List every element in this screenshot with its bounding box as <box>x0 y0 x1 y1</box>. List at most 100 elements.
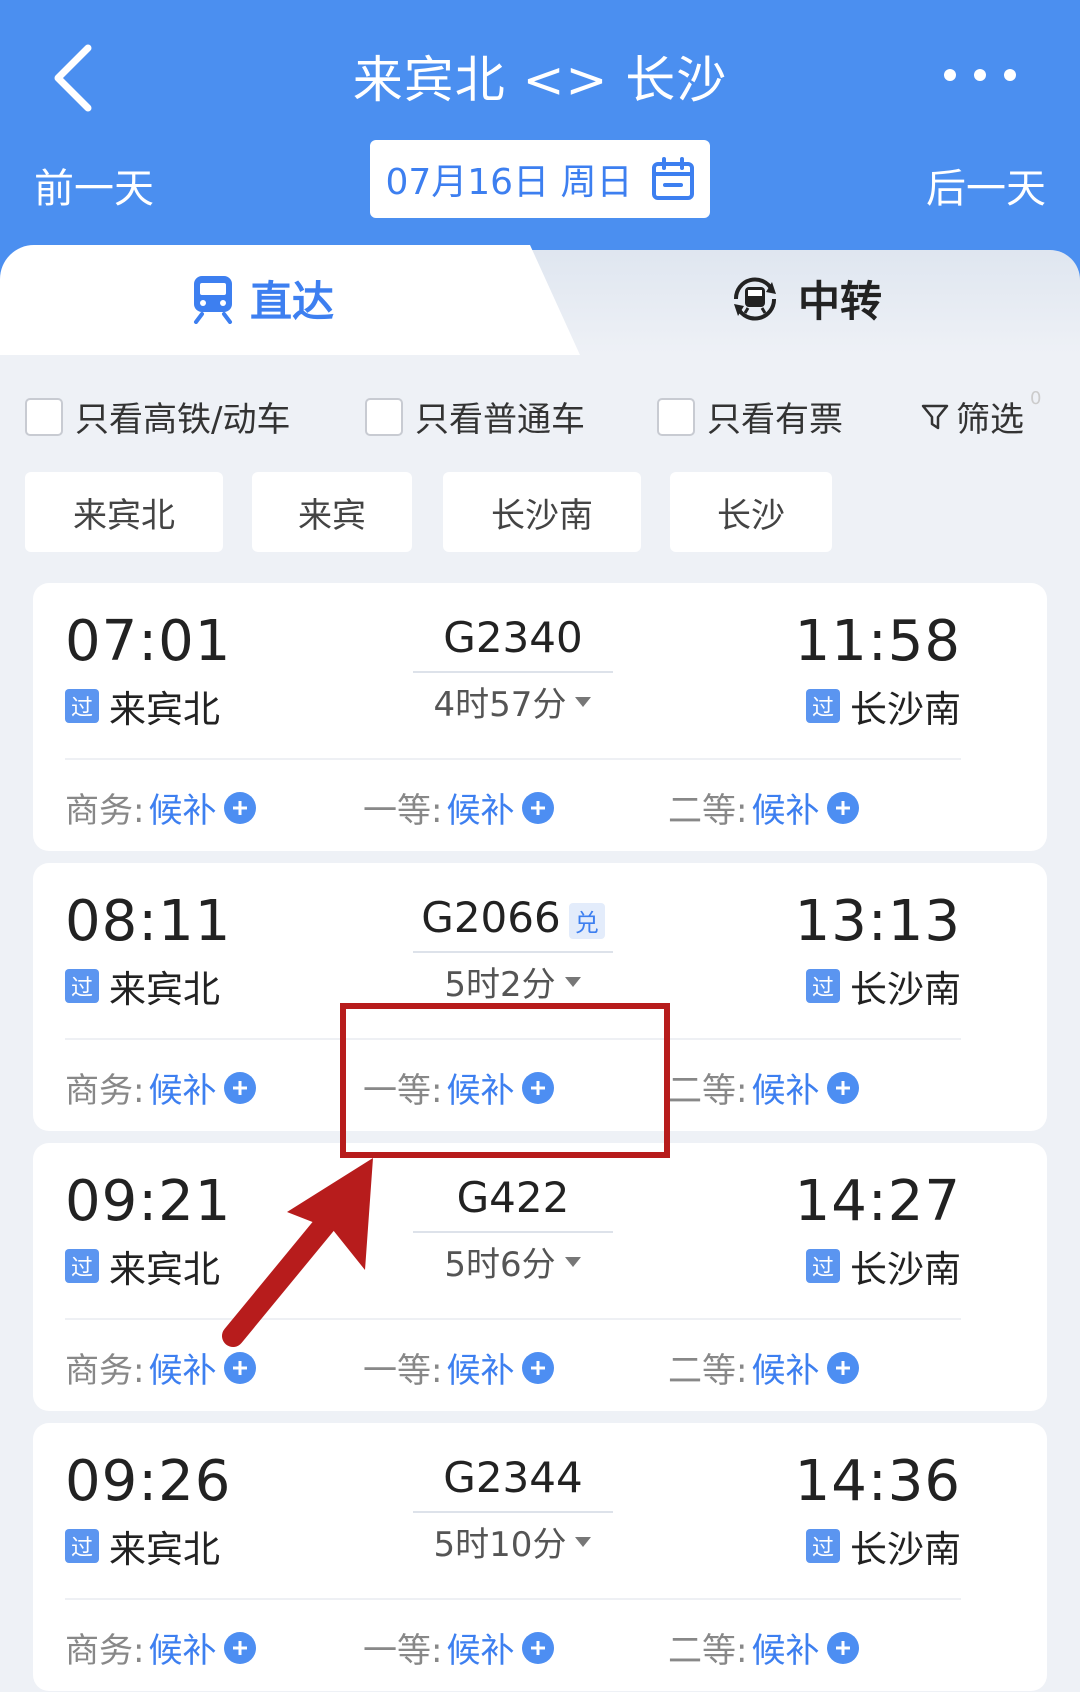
plus-circle-icon[interactable] <box>522 1631 555 1664</box>
plus-circle-icon[interactable] <box>827 791 860 824</box>
seat-second-label: 二等: <box>668 1351 748 1391</box>
station-chip[interactable]: 长沙南 <box>443 472 641 552</box>
pass-badge: 过 <box>65 689 99 723</box>
plus-circle-icon[interactable] <box>224 791 257 824</box>
waitlist-status: 候补 <box>751 1351 820 1391</box>
divider <box>65 1318 961 1320</box>
seat-business[interactable]: 商务: 候补 <box>65 1623 257 1672</box>
seat-business[interactable]: 商务: 候补 <box>65 1063 257 1112</box>
seat-second[interactable]: 二等: 候补 <box>668 1343 860 1392</box>
arrival-station-name: 长沙南 <box>850 968 961 1011</box>
seat-first-label: 一等: <box>363 1631 443 1671</box>
duration[interactable]: 4时57分 <box>413 677 613 726</box>
duration-text: 5时2分 <box>444 965 556 1005</box>
plus-circle-icon[interactable] <box>224 1631 257 1664</box>
train-card[interactable]: 09:21 过 来宾北 G422 5时6分 14:27 过 长沙南 商务: 候补 … <box>33 1143 1047 1411</box>
checkbox[interactable] <box>657 397 695 436</box>
plus-circle-icon[interactable] <box>522 1351 555 1384</box>
waitlist-status: 候补 <box>751 1631 820 1671</box>
departure-time: 08:11 <box>65 889 232 954</box>
next-day-button[interactable]: 后一天 <box>926 156 1046 214</box>
train-number-text: G2066 <box>421 893 561 942</box>
arrival-station-name: 长沙南 <box>850 1248 961 1291</box>
date-picker[interactable]: 07月16日 周日 <box>370 140 710 218</box>
plus-circle-icon[interactable] <box>224 1071 257 1104</box>
back-arrow-icon[interactable] <box>40 38 110 118</box>
seat-second[interactable]: 二等: 候补 <box>668 783 860 832</box>
duration-text: 5时10分 <box>433 1525 567 1565</box>
pass-badge: 过 <box>806 1529 840 1563</box>
waitlist-status: 候补 <box>148 1071 217 1111</box>
seat-first[interactable]: 一等: 候补 <box>363 783 555 832</box>
waitlist-status: 候补 <box>446 1631 515 1671</box>
plus-circle-icon[interactable] <box>827 1631 860 1664</box>
station-chip[interactable]: 来宾 <box>252 472 412 552</box>
departure-station: 过 来宾北 <box>65 959 220 1013</box>
plus-circle-icon[interactable] <box>827 1071 860 1104</box>
duration[interactable]: 5时2分 <box>413 957 613 1006</box>
duration[interactable]: 5时6分 <box>413 1237 613 1286</box>
seat-second-label: 二等: <box>668 791 748 831</box>
arrival-time: 11:58 <box>794 609 961 674</box>
pass-badge: 过 <box>65 1529 99 1563</box>
plus-circle-icon[interactable] <box>522 791 555 824</box>
checkbox[interactable] <box>365 397 403 436</box>
waitlist-status: 候补 <box>446 1351 515 1391</box>
tab-direct-label: 直达 <box>250 277 335 326</box>
waitlist-status: 候补 <box>148 1631 217 1671</box>
arrival-time: 14:36 <box>794 1449 961 1514</box>
train-number: G2340 <box>443 613 583 662</box>
station-chip[interactable]: 来宾北 <box>25 472 223 552</box>
station-chip[interactable]: 长沙 <box>670 472 832 552</box>
date-text: 07月16日 周日 <box>385 162 633 203</box>
divider <box>65 758 961 760</box>
seat-business-label: 商务: <box>65 1071 145 1111</box>
duration[interactable]: 5时10分 <box>413 1517 613 1566</box>
plus-circle-icon[interactable] <box>224 1351 257 1384</box>
seat-first[interactable]: 一等: 候补 <box>363 1343 555 1392</box>
tab-direct[interactable]: 直达 <box>190 268 334 329</box>
plus-circle-icon[interactable] <box>827 1351 860 1384</box>
seat-business-label: 商务: <box>65 1631 145 1671</box>
more-options-icon[interactable] <box>935 60 1025 90</box>
pass-badge: 过 <box>65 969 99 1003</box>
departure-station-name: 来宾北 <box>109 968 220 1011</box>
pass-badge: 过 <box>806 1249 840 1283</box>
departure-time: 09:21 <box>65 1169 232 1234</box>
departure-station-name: 来宾北 <box>109 1528 220 1571</box>
filter-row: 只看高铁/动车 只看普通车 只看有票 筛选 0 <box>25 388 1065 442</box>
arrival-station: 过 长沙南 <box>806 679 961 733</box>
train-number: G2344 <box>443 1453 583 1502</box>
checkbox[interactable] <box>25 397 63 436</box>
waitlist-status: 候补 <box>751 791 820 831</box>
departure-station: 过 来宾北 <box>65 679 220 733</box>
waitlist-status: 候补 <box>148 791 217 831</box>
arrival-station: 过 长沙南 <box>806 1239 961 1293</box>
seat-first-label: 一等: <box>363 791 443 831</box>
seat-second[interactable]: 二等: 候补 <box>668 1063 860 1112</box>
filter-has-ticket[interactable]: 只看有票 <box>657 392 843 441</box>
calendar-icon <box>651 157 694 200</box>
seat-second[interactable]: 二等: 候补 <box>668 1623 860 1672</box>
arrival-station: 过 长沙南 <box>806 1519 961 1573</box>
filter-button[interactable]: 筛选 0 <box>920 388 1041 441</box>
seat-business[interactable]: 商务: 候补 <box>65 1343 257 1392</box>
seat-second-label: 二等: <box>668 1071 748 1111</box>
arrival-station: 过 长沙南 <box>806 959 961 1013</box>
departure-time: 07:01 <box>65 609 232 674</box>
prev-day-button[interactable]: 前一天 <box>34 156 154 214</box>
arrival-time: 13:13 <box>794 889 961 954</box>
tab-transfer[interactable]: 中转 <box>728 268 882 329</box>
filter-high-speed[interactable]: 只看高铁/动车 <box>25 392 290 441</box>
caret-down-icon <box>564 1256 581 1267</box>
train-line <box>413 1231 613 1233</box>
caret-down-icon <box>564 976 581 987</box>
filter-normal[interactable]: 只看普通车 <box>365 392 585 441</box>
arrival-station-name: 长沙南 <box>850 688 961 731</box>
train-card[interactable]: 09:26 过 来宾北 G2344 5时10分 14:36 过 长沙南 商务: 候… <box>33 1423 1047 1691</box>
train-card[interactable]: 07:01 过 来宾北 G2340 4时57分 11:58 过 长沙南 商务: 候… <box>33 583 1047 851</box>
train-number: G2066 兑 <box>413 893 613 942</box>
seat-business[interactable]: 商务: 候补 <box>65 783 257 832</box>
seat-first[interactable]: 一等: 候补 <box>363 1623 555 1672</box>
annotation-arrow-icon <box>222 1158 373 1347</box>
